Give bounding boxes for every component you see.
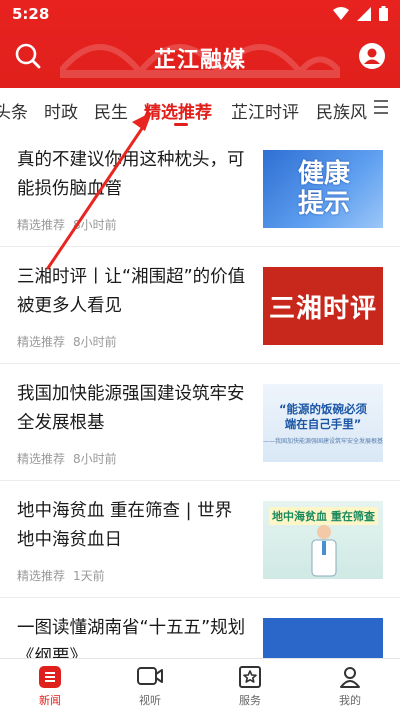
thumbnail-subtext: ——我国加快能源强国建设筑牢安全发展根基 — [263, 437, 383, 445]
video-icon — [137, 665, 163, 689]
user-avatar-icon — [359, 43, 385, 69]
news-thumbnail: 关注 — [263, 618, 383, 658]
news-item[interactable]: 三湘时评丨让“湘围超”的价值被更多人看见 精选推荐 8小时前 三湘时评 — [0, 247, 400, 364]
news-title: 我国加快能源强国建设筑牢安全发展根基 — [17, 384, 245, 433]
nav-label: 我的 — [339, 694, 361, 707]
wifi-icon — [333, 6, 349, 20]
app-header: 5:28 芷江融媒 — [0, 0, 400, 88]
app-bar: 芷江融媒 — [0, 28, 400, 84]
tab-livelihood[interactable]: 民生 — [94, 98, 128, 123]
app-title: 芷江融媒 — [153, 48, 246, 73]
tab-ethnic-style[interactable]: 民族风 — [316, 98, 367, 123]
tab-headlines[interactable]: 头条 — [0, 98, 28, 123]
news-item[interactable]: 一图读懂湖南省“十五五”规划《纲要》 关注 — [0, 598, 400, 658]
nav-mine[interactable]: 我的 — [300, 659, 400, 711]
active-tab-indicator — [174, 123, 188, 126]
doctor-illustration — [311, 525, 337, 577]
news-thumbnail: “能源的饭碗必须端在自己手里” ——我国加快能源强国建设筑牢安全发展根基 — [263, 384, 383, 462]
thumbnail-text: 三湘时评 — [268, 293, 377, 324]
news-time: 1天前 — [73, 569, 105, 583]
news-meta: 精选推荐 8小时前 — [17, 333, 117, 350]
nav-label: 新闻 — [39, 694, 61, 707]
nav-label: 视听 — [139, 694, 161, 707]
nav-label: 服务 — [239, 694, 261, 707]
news-thumbnail: 健康提示 — [263, 150, 383, 228]
news-item[interactable]: 地中海贫血 重在筛查 | 世界地中海贫血日 精选推荐 1天前 地中海贫血 重在筛查 — [0, 481, 400, 598]
bottom-nav: 新闻 视听 服务 我的 — [0, 658, 400, 711]
nav-service[interactable]: 服务 — [200, 659, 300, 711]
thumbnail-text: “能源的饭碗必须端在自己手里” — [278, 401, 368, 431]
channel-menu-button[interactable] — [374, 100, 394, 118]
news-title: 地中海贫血 重在筛查 | 世界地中海贫血日 — [17, 501, 233, 550]
nav-news[interactable]: 新闻 — [0, 659, 100, 711]
news-time: 8小时前 — [73, 218, 117, 232]
tab-featured[interactable]: 精选推荐 — [144, 98, 212, 123]
news-channel: 精选推荐 — [17, 452, 66, 466]
tab-politics[interactable]: 时政 — [44, 98, 78, 123]
status-bar: 5:28 — [0, 0, 400, 28]
news-thumbnail: 三湘时评 — [263, 267, 383, 345]
news-title: 一图读懂湖南省“十五五”规划《纲要》 — [17, 618, 246, 658]
battery-icon — [379, 6, 388, 21]
news-feed[interactable]: 真的不建议你用这种枕头，可能损伤脑血管 精选推荐 8小时前 健康提示 三湘时评丨让… — [0, 130, 400, 658]
profile-button[interactable] — [356, 40, 388, 72]
thumbnail-text: 健康提示 — [298, 159, 351, 219]
signal-icon — [357, 6, 371, 21]
news-channel: 精选推荐 — [17, 335, 66, 349]
news-time: 8小时前 — [73, 335, 117, 349]
news-item[interactable]: 我国加快能源强国建设筑牢安全发展根基 精选推荐 8小时前 “能源的饭碗必须端在自己… — [0, 364, 400, 481]
service-icon — [237, 665, 263, 689]
news-meta: 精选推荐 8小时前 — [17, 450, 117, 467]
news-title: 真的不建议你用这种枕头，可能损伤脑血管 — [17, 150, 245, 199]
news-item[interactable]: 真的不建议你用这种枕头，可能损伤脑血管 精选推荐 8小时前 健康提示 — [0, 130, 400, 247]
status-time: 5:28 — [12, 5, 50, 23]
news-icon — [37, 665, 63, 689]
status-icons — [333, 6, 388, 21]
news-thumbnail: 地中海贫血 重在筛查 — [263, 501, 383, 579]
news-channel: 精选推荐 — [17, 569, 66, 583]
news-title: 三湘时评丨让“湘围超”的价值被更多人看见 — [17, 267, 246, 316]
news-meta: 精选推荐 8小时前 — [17, 216, 117, 233]
nav-video[interactable]: 视听 — [100, 659, 200, 711]
channel-tabs: 头条 时政 民生 精选推荐 芷江时评 民族风 — [0, 88, 400, 130]
news-meta: 精选推荐 1天前 — [17, 567, 105, 584]
news-time: 8小时前 — [73, 452, 117, 466]
news-channel: 精选推荐 — [17, 218, 66, 232]
user-icon — [337, 665, 363, 689]
tab-zhijiang-commentary[interactable]: 芷江时评 — [231, 98, 299, 123]
